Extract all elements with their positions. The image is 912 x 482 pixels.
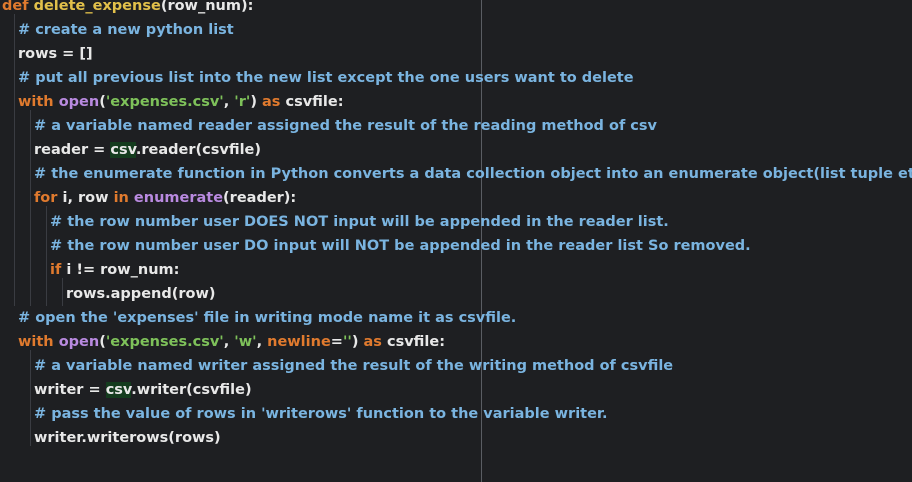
code-text: rows = [] (18, 46, 93, 62)
comment: # open the 'expenses' file in writing mo… (18, 310, 517, 326)
code-line-14[interactable]: # open the 'expenses' file in writing mo… (18, 306, 516, 330)
function-name: delete_expense (28, 0, 161, 14)
comment: # a variable named writer assigned the r… (34, 358, 674, 374)
builtin-enumerate: enumerate (133, 190, 224, 206)
code-text: reader = (34, 142, 111, 158)
code-line-11[interactable]: # the row number user DO input will NOT … (50, 234, 751, 258)
code-text: .writer(csvfile) (131, 382, 252, 398)
code-line-9[interactable]: for i, row in enumerate(reader): (34, 186, 296, 210)
comment: # the row number user DO input will NOT … (50, 238, 751, 254)
comment: # the row number user DOES NOT input wil… (50, 214, 669, 230)
keyword-arg-newline: newline (267, 334, 331, 350)
comment: # create a new python list (18, 22, 234, 38)
code-line-2[interactable]: # create a new python list (18, 18, 234, 42)
string-literal: 'r' (234, 94, 251, 110)
keyword-with: with (18, 94, 54, 110)
comment: # pass the value of rows in 'writerows' … (34, 406, 608, 422)
code-line-15[interactable]: with open('expenses.csv', 'w', newline='… (18, 330, 445, 354)
code-line-12[interactable]: if i != row_num: (50, 258, 179, 282)
code-text: .reader(csvfile) (135, 142, 262, 158)
code-text: ( (99, 94, 106, 110)
builtin-open: open (58, 334, 100, 350)
code-text: = (330, 334, 343, 350)
code-editor[interactable]: def delete_expense(row_num): # create a … (0, 0, 912, 482)
code-text: writer.writerows(rows) (34, 430, 221, 446)
indent-guide (62, 278, 63, 306)
code-line-5[interactable]: with open('expenses.csv', 'r') as csvfil… (18, 90, 344, 114)
code-text: writer = (34, 382, 106, 398)
string-literal: 'expenses.csv' (105, 334, 224, 350)
indent-guide (30, 110, 31, 306)
code-text: , (223, 94, 235, 110)
code-line-13[interactable]: rows.append(row) (66, 282, 216, 306)
code-text: ) (351, 334, 364, 350)
comment: # a variable named reader assigned the r… (34, 118, 657, 134)
keyword-in: in (113, 190, 129, 206)
keyword-with: with (18, 334, 54, 350)
indent-guide (30, 350, 31, 446)
code-line-7[interactable]: reader = csv.reader(csvfile) (34, 138, 261, 162)
code-line-4[interactable]: # put all previous list into the new lis… (18, 66, 634, 90)
keyword-as: as (363, 334, 382, 350)
code-text: (reader): (223, 190, 297, 206)
code-line-6[interactable]: # a variable named reader assigned the r… (34, 114, 657, 138)
code-line-8[interactable]: # the enumerate function in Python conve… (34, 162, 912, 186)
code-text: i != row_num: (61, 262, 180, 278)
code-line-10[interactable]: # the row number user DOES NOT input wil… (50, 210, 669, 234)
code-line-17[interactable]: writer = csv.writer(csvfile) (34, 378, 252, 402)
code-text: csvfile: (280, 94, 344, 110)
comment: # the enumerate function in Python conve… (34, 166, 912, 182)
code-text: ( (99, 334, 106, 350)
code-line-19[interactable]: writer.writerows(rows) (34, 426, 221, 450)
code-line-1[interactable]: def delete_expense(row_num): (2, 0, 253, 18)
code-line-18[interactable]: # pass the value of rows in 'writerows' … (34, 402, 608, 426)
code-text: (row_num): (160, 0, 254, 14)
keyword-def: def (2, 0, 29, 14)
indent-guide (46, 206, 47, 306)
comment: # put all previous list into the new lis… (18, 70, 634, 86)
code-text: , (256, 334, 268, 350)
string-literal: 'expenses.csv' (105, 94, 224, 110)
builtin-open: open (58, 94, 100, 110)
code-text: , (223, 334, 235, 350)
keyword-as: as (262, 94, 281, 110)
highlighted-module: csv (105, 382, 132, 398)
keyword-for: for (34, 190, 58, 206)
code-text: csvfile: (381, 334, 446, 350)
string-literal: '' (342, 334, 352, 350)
code-text: rows.append(row) (66, 286, 216, 302)
keyword-if: if (50, 262, 62, 278)
string-literal: 'w' (234, 334, 257, 350)
code-line-16[interactable]: # a variable named writer assigned the r… (34, 354, 673, 378)
code-text: ) (250, 94, 262, 110)
highlighted-module: csv (110, 142, 136, 158)
indent-guide (14, 14, 15, 306)
code-line-3[interactable]: rows = [] (18, 42, 93, 66)
code-text: i, row (57, 190, 114, 206)
